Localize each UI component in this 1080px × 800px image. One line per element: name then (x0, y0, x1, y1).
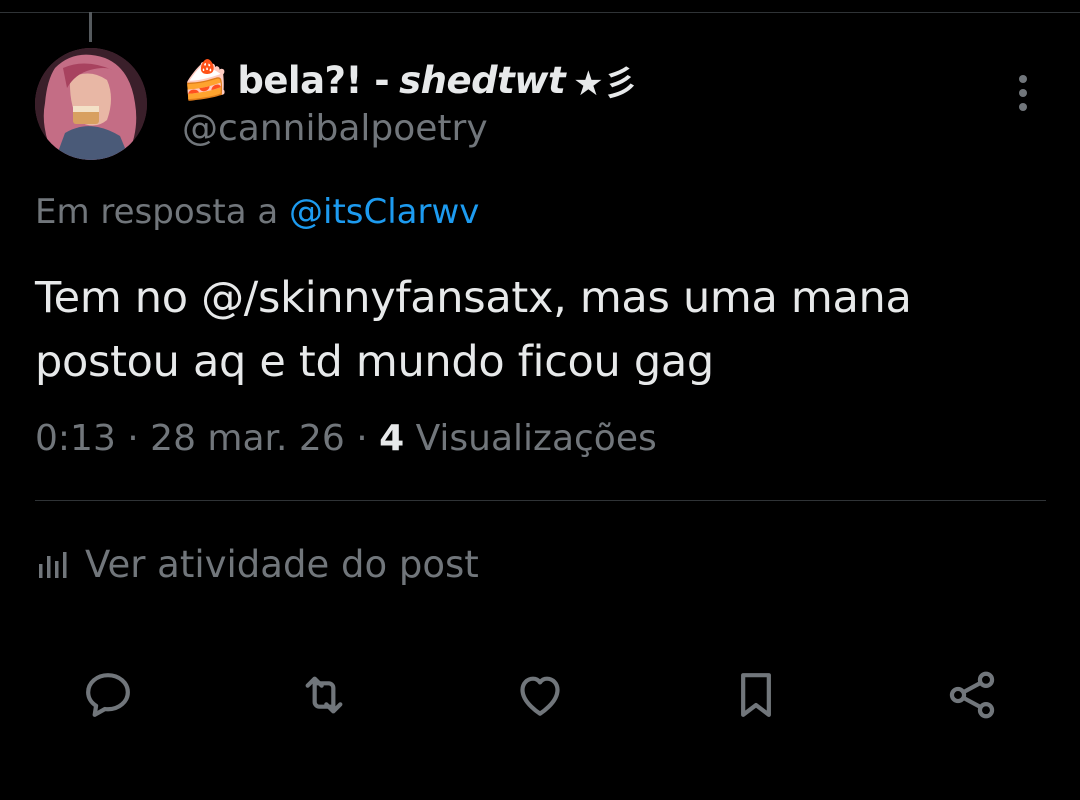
author-handle[interactable]: @cannibalpoetry (182, 108, 488, 149)
tweet-text-line-2: postou aq e td mundo ficou gag (35, 337, 714, 387)
display-name-suffix: ★彡 (573, 63, 638, 104)
divider (35, 500, 1046, 501)
reply-context: Em resposta a @itsClarwv (35, 192, 479, 232)
avatar[interactable] (35, 48, 147, 160)
reply-prefix: Em resposta a (35, 192, 289, 232)
display-name: bela?! - (237, 58, 390, 102)
like-button[interactable] (505, 660, 575, 730)
analytics-icon (39, 551, 67, 578)
reply-button[interactable] (73, 660, 143, 730)
views-label: Visualizações (404, 418, 657, 459)
thread-connector-line (89, 12, 92, 42)
reply-icon (86, 673, 130, 717)
view-post-activity-button[interactable]: Ver atividade do post (35, 543, 479, 586)
tweet-text-line-1: Tem no @/skinnyfansatx, mas uma mana (35, 273, 912, 323)
share-icon (949, 671, 995, 719)
like-icon (520, 676, 560, 716)
tweet-text: Tem no @/skinnyfansatx, mas uma mana pos… (35, 266, 1035, 394)
timestamp[interactable]: 0:13 · 28 mar. 26 · (35, 418, 379, 459)
top-divider (0, 12, 1080, 13)
bookmark-button[interactable] (721, 660, 791, 730)
retweet-button[interactable] (289, 660, 359, 730)
action-bar (0, 660, 1080, 730)
share-button[interactable] (937, 660, 1007, 730)
tweet-meta: 0:13 · 28 mar. 26 · 4 Visualizações (35, 418, 657, 459)
display-name-italic: shedtwt (399, 58, 566, 102)
activity-label: Ver atividade do post (85, 543, 479, 586)
author-name-row[interactable]: 🍰 bela?! - shedtwt ★彡 (182, 52, 638, 108)
bookmark-icon (741, 673, 771, 717)
views-count: 4 (379, 418, 405, 459)
reply-mention-link[interactable]: @itsClarwv (289, 192, 479, 232)
more-options-button[interactable] (1000, 70, 1046, 116)
cake-emoji: 🍰 (182, 58, 230, 102)
more-vertical-icon (1019, 75, 1027, 111)
retweet-icon (305, 676, 343, 714)
avatar-image (35, 48, 147, 160)
